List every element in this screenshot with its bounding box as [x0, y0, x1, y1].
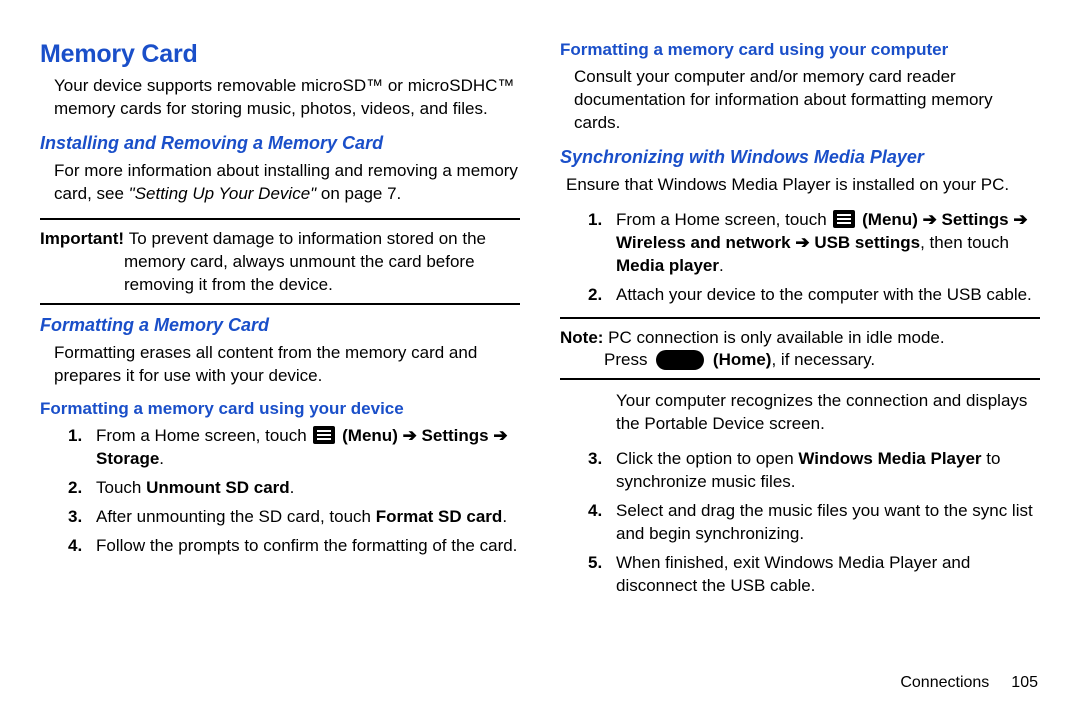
install-text: For more information about installing an…	[54, 160, 520, 206]
step-bold: Media player	[616, 256, 719, 275]
step-number: 4.	[68, 535, 86, 558]
step-text: When finished, exit Windows Media Player…	[616, 552, 1040, 598]
sync-steps-bottom: 3. Click the option to open Windows Medi…	[588, 448, 1040, 598]
note-text-2c: , if necessary.	[771, 350, 875, 369]
list-item: 2. Attach your device to the computer wi…	[588, 284, 1040, 307]
list-item: 4. Select and drag the music files you w…	[588, 500, 1040, 546]
important-label: Important!	[40, 229, 129, 248]
note-label: Note:	[560, 328, 608, 347]
note-block: Note: PC connection is only available in…	[560, 327, 1040, 373]
step-number: 4.	[588, 500, 606, 546]
install-heading: Installing and Removing a Memory Card	[40, 133, 520, 154]
step-number: 3.	[588, 448, 606, 494]
format-device-heading: Formatting a memory card using your devi…	[40, 399, 520, 419]
divider	[40, 303, 520, 305]
step-text: , then touch	[920, 233, 1009, 252]
step-number: 1.	[68, 425, 86, 471]
divider	[560, 378, 1040, 380]
step-number: 2.	[588, 284, 606, 307]
divider	[40, 218, 520, 220]
important-block: Important! To prevent damage to informat…	[40, 228, 520, 297]
left-column: Memory Card Your device supports removab…	[40, 40, 520, 670]
step-bold: Unmount SD card	[146, 478, 290, 497]
step-text: Touch	[96, 478, 146, 497]
list-item: 5. When finished, exit Windows Media Pla…	[588, 552, 1040, 598]
step-text: After unmounting the SD card, touch	[96, 507, 376, 526]
format-intro: Formatting erases all content from the m…	[54, 342, 520, 388]
step-number: 2.	[68, 477, 86, 500]
step-number: 3.	[68, 506, 86, 529]
step-text: Click the option to open	[616, 449, 798, 468]
divider	[560, 317, 1040, 319]
after-note-text: Your computer recognizes the connection …	[616, 390, 1040, 436]
step-text: Attach your device to the computer with …	[616, 284, 1040, 307]
sync-steps-top: 1. From a Home screen, touch (Menu) ➔ Se…	[588, 209, 1040, 307]
step-bold: Windows Media Player	[798, 449, 981, 468]
step-text: Select and drag the music files you want…	[616, 500, 1040, 546]
main-heading: Memory Card	[40, 40, 520, 69]
install-ref: "Setting Up Your Device"	[129, 184, 317, 203]
step-number: 5.	[588, 552, 606, 598]
list-item: 3. Click the option to open Windows Medi…	[588, 448, 1040, 494]
note-text-2a: Press	[604, 350, 652, 369]
list-item: 4. Follow the prompts to confirm the for…	[68, 535, 520, 558]
list-item: 3. After unmounting the SD card, touch F…	[68, 506, 520, 529]
step-bold: Format SD card	[376, 507, 503, 526]
important-text: To prevent damage to information stored …	[124, 229, 486, 294]
list-item: 2. Touch Unmount SD card.	[68, 477, 520, 500]
install-text-2: on page 7.	[316, 184, 401, 203]
menu-icon	[833, 210, 855, 228]
list-item: 1. From a Home screen, touch (Menu) ➔ Se…	[68, 425, 520, 471]
intro-text: Your device supports removable microSD™ …	[54, 75, 520, 121]
format-heading: Formatting a Memory Card	[40, 315, 520, 336]
format-device-steps: 1. From a Home screen, touch (Menu) ➔ Se…	[68, 425, 520, 558]
page-footer: Connections 105	[900, 674, 1038, 692]
sync-heading: Synchronizing with Windows Media Player	[560, 147, 1040, 168]
note-home-label: (Home)	[708, 350, 771, 369]
menu-icon	[313, 426, 335, 444]
list-item: 1. From a Home screen, touch (Menu) ➔ Se…	[588, 209, 1040, 278]
step-number: 1.	[588, 209, 606, 278]
sync-intro: Ensure that Windows Media Player is inst…	[566, 174, 1040, 197]
note-text: PC connection is only available in idle …	[608, 328, 944, 347]
step-text: Follow the prompts to confirm the format…	[96, 535, 520, 558]
home-icon	[656, 350, 704, 370]
footer-section: Connections	[900, 674, 989, 691]
page-columns: Memory Card Your device supports removab…	[40, 40, 1040, 670]
footer-page: 105	[1011, 674, 1038, 691]
format-pc-text: Consult your computer and/or memory card…	[574, 66, 1040, 135]
step-text: From a Home screen, touch	[96, 426, 311, 445]
step-text: From a Home screen, touch	[616, 210, 831, 229]
format-pc-heading: Formatting a memory card using your comp…	[560, 40, 1040, 60]
right-column: Formatting a memory card using your comp…	[560, 40, 1040, 670]
